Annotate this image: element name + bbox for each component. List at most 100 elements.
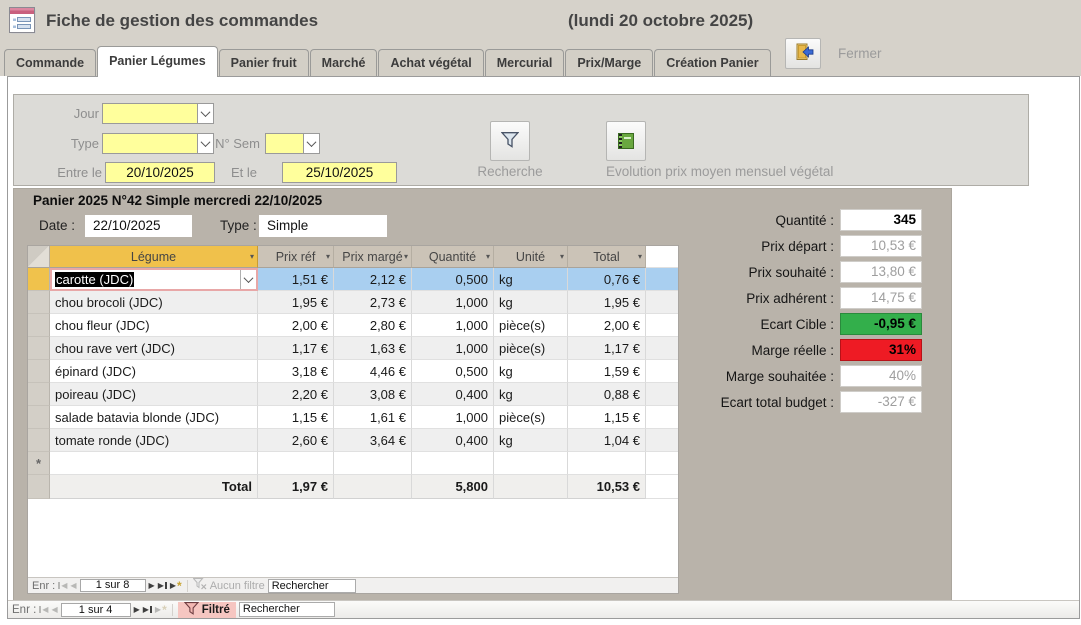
cell-unite[interactable]: kg — [494, 268, 568, 291]
nsem-value[interactable] — [265, 133, 303, 154]
filtered-indicator[interactable]: Filtré — [178, 602, 236, 618]
next-record-button[interactable]: ▶ — [149, 582, 155, 590]
next-record-button[interactable]: ▶ — [134, 606, 140, 614]
tab-panier-fruit[interactable]: Panier fruit — [219, 49, 309, 76]
legume-combobox[interactable]: carotte (JDC) — [50, 268, 258, 291]
cell-prix-marge[interactable]: 1,61 € — [334, 406, 412, 429]
cell-legume[interactable]: tomate ronde (JDC) — [50, 429, 258, 452]
cell-unite[interactable]: kg — [494, 429, 568, 452]
previous-record-button[interactable]: ◀ — [51, 606, 57, 614]
evolution-button[interactable] — [606, 121, 646, 161]
row-selector[interactable] — [28, 314, 50, 337]
cell-prix-marge[interactable]: 1,63 € — [334, 337, 412, 360]
tab-mercurial[interactable]: Mercurial — [485, 49, 565, 76]
cell-quantite[interactable]: 1,000 — [412, 406, 494, 429]
cell-total[interactable]: 0,76 € — [568, 268, 646, 291]
date-field[interactable]: 22/10/2025 — [85, 215, 192, 237]
record-position-box[interactable]: 1 sur 4 — [61, 603, 131, 617]
row-selector[interactable] — [28, 429, 50, 452]
cell-unite[interactable]: kg — [494, 360, 568, 383]
cell-quantite[interactable]: 0,400 — [412, 429, 494, 452]
nsem-dropdown-icon[interactable] — [303, 133, 320, 154]
cell-prix-ref[interactable]: 1,51 € — [258, 268, 334, 291]
cell-quantite[interactable]: 0,500 — [412, 360, 494, 383]
cell-quantite[interactable]: 1,000 — [412, 291, 494, 314]
cell-legume[interactable] — [50, 452, 258, 475]
column-header-legume[interactable]: Légume▾ — [50, 246, 258, 268]
et-le-field[interactable]: 25/10/2025 — [282, 162, 397, 183]
cell-total[interactable]: 1,59 € — [568, 360, 646, 383]
jour-dropdown-icon[interactable] — [197, 103, 214, 124]
last-record-button[interactable]: ▶ — [143, 606, 152, 614]
row-selector[interactable] — [28, 291, 50, 314]
cell-unite[interactable] — [494, 452, 568, 475]
column-header-total[interactable]: Total▾ — [568, 246, 646, 268]
cell-quantite[interactable]: 0,400 — [412, 383, 494, 406]
tab-marche[interactable]: Marché — [310, 49, 378, 76]
cell-prix-ref[interactable]: 1,15 € — [258, 406, 334, 429]
cell-prix-ref[interactable]: 2,00 € — [258, 314, 334, 337]
cell-prix-marge[interactable] — [334, 452, 412, 475]
cell-quantite[interactable] — [412, 452, 494, 475]
column-dropdown-icon[interactable]: ▾ — [326, 252, 330, 261]
cell-prix-ref[interactable]: 1,17 € — [258, 337, 334, 360]
previous-record-button[interactable]: ◀ — [70, 582, 76, 590]
new-record-selector[interactable]: * — [28, 452, 50, 475]
tab-creation-panier[interactable]: Création Panier — [654, 49, 770, 76]
row-selector[interactable] — [28, 383, 50, 406]
search-records-input[interactable]: Rechercher — [268, 579, 356, 593]
jour-combobox[interactable] — [102, 103, 214, 124]
cell-unite[interactable]: pièce(s) — [494, 314, 568, 337]
cell-quantite[interactable]: 0,500 — [412, 268, 494, 291]
cell-prix-marge[interactable]: 2,12 € — [334, 268, 412, 291]
row-selector[interactable] — [28, 360, 50, 383]
quantite-field[interactable]: 345 — [840, 209, 922, 231]
tab-panier-legumes[interactable]: Panier Légumes — [97, 46, 218, 77]
entre-le-field[interactable]: 20/10/2025 — [105, 162, 215, 183]
cell-total[interactable]: 2,00 € — [568, 314, 646, 337]
tab-prix-marge[interactable]: Prix/Marge — [565, 49, 653, 76]
first-record-button[interactable]: ◀ — [58, 582, 67, 590]
first-record-button[interactable]: ◀ — [39, 606, 48, 614]
column-header-quantite[interactable]: Quantité▾ — [412, 246, 494, 268]
cell-prix-ref[interactable]: 2,60 € — [258, 429, 334, 452]
cell-prix-marge[interactable]: 2,80 € — [334, 314, 412, 337]
cell-unite[interactable]: kg — [494, 291, 568, 314]
cell-prix-marge[interactable]: 3,64 € — [334, 429, 412, 452]
last-record-button[interactable]: ▶ — [158, 582, 167, 590]
type-field[interactable]: Simple — [259, 215, 387, 237]
legume-dropdown-icon[interactable] — [240, 270, 256, 289]
cell-unite[interactable]: pièce(s) — [494, 337, 568, 360]
cell-legume[interactable]: épinard (JDC) — [50, 360, 258, 383]
cell-legume[interactable]: salade batavia blonde (JDC) — [50, 406, 258, 429]
type-value[interactable] — [102, 133, 197, 154]
cell-legume[interactable]: chou rave vert (JDC) — [50, 337, 258, 360]
cell-prix-marge[interactable]: 3,08 € — [334, 383, 412, 406]
no-filter-indicator[interactable]: Aucun filtre — [193, 578, 265, 593]
cell-quantite[interactable]: 1,000 — [412, 314, 494, 337]
cell-total[interactable]: 1,17 € — [568, 337, 646, 360]
cell-quantite[interactable]: 1,000 — [412, 337, 494, 360]
cell-total[interactable] — [568, 452, 646, 475]
cell-prix-ref[interactable]: 3,18 € — [258, 360, 334, 383]
tab-commande[interactable]: Commande — [4, 49, 96, 76]
column-dropdown-icon[interactable]: ▾ — [404, 252, 408, 261]
jour-value[interactable] — [102, 103, 197, 124]
cell-total[interactable]: 0,88 € — [568, 383, 646, 406]
row-selector[interactable] — [28, 406, 50, 429]
cell-prix-ref[interactable] — [258, 452, 334, 475]
cell-prix-ref[interactable]: 2,20 € — [258, 383, 334, 406]
select-all-corner[interactable] — [28, 246, 50, 268]
recherche-button[interactable] — [490, 121, 530, 161]
cell-total[interactable]: 1,04 € — [568, 429, 646, 452]
cell-legume[interactable]: chou fleur (JDC) — [50, 314, 258, 337]
search-records-input[interactable]: Rechercher — [239, 602, 335, 617]
close-form-button[interactable] — [785, 38, 821, 69]
column-header-prix-marge[interactable]: Prix margé▾ — [334, 246, 412, 268]
new-record-button[interactable]: ▶* — [155, 606, 167, 614]
column-dropdown-icon[interactable]: ▾ — [560, 252, 564, 261]
cell-prix-ref[interactable]: 1,95 € — [258, 291, 334, 314]
nsem-combobox[interactable] — [265, 133, 320, 154]
cell-unite[interactable]: pièce(s) — [494, 406, 568, 429]
cell-prix-marge[interactable]: 4,46 € — [334, 360, 412, 383]
